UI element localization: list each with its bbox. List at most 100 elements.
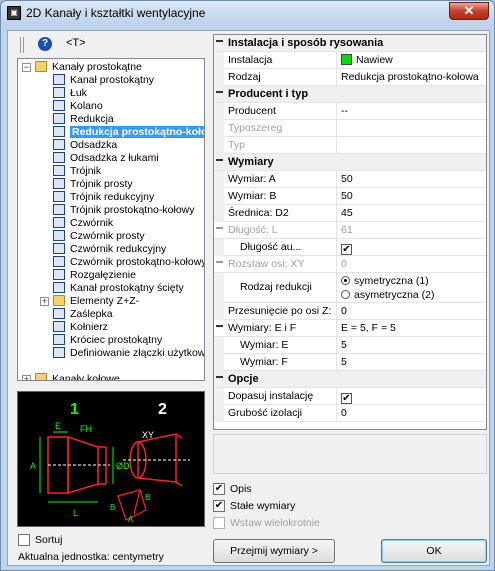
title-bar[interactable]: ▣ 2D Kanały i kształtki wentylacyjne ✕ bbox=[1, 1, 494, 25]
prop-value[interactable]: ✔ bbox=[336, 388, 486, 405]
tree-item[interactable]: Trójnik prosty bbox=[53, 178, 133, 191]
tree-item[interactable]: Odsadzka bbox=[53, 139, 117, 152]
collapse-icon[interactable] bbox=[216, 40, 223, 42]
collapse-icon[interactable] bbox=[216, 91, 223, 93]
prop-dlugosc: Długość: L 61 bbox=[214, 222, 486, 239]
checkbox[interactable]: ✔ bbox=[341, 244, 352, 255]
prop-srednica[interactable]: Średnica: D2 45 bbox=[214, 205, 486, 222]
tree-item[interactable]: Kołnierz bbox=[53, 321, 108, 334]
category-instalacja[interactable]: Instalacja i sposób rysowania bbox=[214, 35, 486, 52]
prop-wymiar-e[interactable]: Wymiar: E 5 bbox=[214, 337, 486, 354]
sortuj-checkbox[interactable] bbox=[18, 534, 30, 546]
category-label: Wymiary bbox=[228, 156, 274, 168]
collapse-icon[interactable] bbox=[216, 261, 223, 263]
description-panel bbox=[213, 434, 487, 474]
prop-key: Wymiar: F bbox=[240, 356, 288, 368]
prop-wymiar-f[interactable]: Wymiar: F 5 bbox=[214, 354, 486, 371]
prop-rodzaj-redukcji[interactable]: Rodzaj redukcji symetryczna (1) asymetry… bbox=[214, 273, 486, 303]
prop-wymiary-eif[interactable]: Wymiary: E i F E = 5, F = 5 bbox=[214, 320, 486, 337]
tree-item[interactable]: Łuk bbox=[53, 87, 87, 100]
przejmij-wymiary-button[interactable]: Przejmij wymiary > bbox=[213, 539, 335, 563]
prop-value[interactable]: E = 5, F = 5 bbox=[336, 320, 486, 337]
tree-item[interactable]: Czwórnik prostokątno-kołowy bbox=[53, 256, 204, 269]
prop-value[interactable]: 0 bbox=[336, 405, 486, 422]
expand-icon[interactable]: + bbox=[40, 297, 49, 306]
category-producent[interactable]: Producent i typ bbox=[214, 86, 486, 103]
collapse-icon[interactable] bbox=[216, 159, 223, 161]
expand-icon[interactable]: + bbox=[22, 375, 31, 380]
tree-item[interactable]: Trójnik prostokątno-kołowy bbox=[53, 204, 195, 217]
category-opcje[interactable]: Opcje bbox=[214, 371, 486, 388]
prop-value[interactable]: -- bbox=[336, 103, 486, 120]
tree-item[interactable]: Kolano bbox=[53, 100, 103, 113]
tree-item[interactable]: Czwórnik prosty bbox=[53, 230, 145, 243]
prop-value[interactable]: 50 bbox=[336, 188, 486, 205]
prop-wymiar-a[interactable]: Wymiar: A 50 bbox=[214, 171, 486, 188]
tree-item-kanaly-kolowe[interactable]: Kanały kołowe bbox=[35, 373, 120, 380]
help-icon[interactable]: ? bbox=[38, 37, 52, 51]
opis-label: Opis bbox=[230, 483, 252, 495]
tree-item[interactable]: Kanał prostokątny ścięty bbox=[53, 282, 184, 295]
prop-dopasuj[interactable]: Dopasuj instalację ✔ bbox=[214, 388, 486, 405]
prop-key: Rozstaw osi: XY bbox=[228, 258, 305, 270]
collapse-icon[interactable] bbox=[216, 227, 223, 229]
tree-item[interactable]: Redukcja prostokątno-kołowa bbox=[53, 126, 204, 139]
tree-item[interactable]: Zaślepka bbox=[53, 308, 113, 321]
text-tool-button[interactable]: <T> bbox=[66, 37, 86, 49]
prop-value[interactable]: Nawiew bbox=[336, 52, 486, 69]
checkbox[interactable]: ✔ bbox=[341, 393, 352, 404]
prop-value[interactable]: Redukcja prostokątno-kołowa bbox=[336, 69, 486, 86]
prop-value[interactable]: 50 bbox=[336, 171, 486, 188]
prop-value[interactable]: 5 bbox=[336, 354, 486, 371]
wstaw-wielokrotnie-checkbox[interactable] bbox=[213, 517, 225, 529]
tree-item[interactable]: Odsadzka z łukami bbox=[53, 152, 159, 165]
property-grid[interactable]: Instalacja i sposób rysowania Instalacja… bbox=[213, 34, 487, 430]
duct-flange-icon bbox=[53, 321, 65, 332]
radio-symetryczna[interactable]: symetryczna (1) bbox=[341, 274, 486, 288]
prop-value[interactable]: 45 bbox=[336, 205, 486, 222]
folder-icon bbox=[35, 373, 47, 380]
prop-key: Instalacja bbox=[228, 54, 273, 66]
collapse-icon[interactable] bbox=[216, 376, 223, 378]
tree-item[interactable]: Redukcja bbox=[53, 113, 114, 126]
prop-value-text: Nawiew bbox=[356, 54, 393, 66]
prop-producent[interactable]: Producent -- bbox=[214, 103, 486, 120]
category-wymiary[interactable]: Wymiary bbox=[214, 154, 486, 171]
stale-wymiary-checkbox[interactable]: ✔ bbox=[213, 500, 225, 512]
tree-item-kanaly-prostokatne[interactable]: Kanały prostokątne bbox=[35, 61, 142, 74]
close-button[interactable]: ✕ bbox=[449, 2, 489, 20]
tree-item[interactable]: Trójnik redukcyjny bbox=[53, 191, 154, 204]
tree-item-label: Odsadzka z łukami bbox=[70, 152, 159, 164]
tree-item[interactable]: Czwórnik bbox=[53, 217, 113, 230]
tree-item-label: Czwórnik redukcyjny bbox=[70, 243, 167, 255]
tree-item[interactable]: Trójnik bbox=[53, 165, 101, 178]
tree-item[interactable]: Rozgałęzienie bbox=[53, 269, 136, 282]
tree-item[interactable]: Definiowanie złączki użytkownika bbox=[53, 347, 204, 360]
dim-a-label: A bbox=[30, 461, 36, 471]
prop-value[interactable]: 5 bbox=[336, 337, 486, 354]
tree-item-elementy-zz[interactable]: Elementy Z+Z- bbox=[53, 295, 139, 308]
prop-value[interactable]: 0 bbox=[336, 303, 486, 320]
fitting-tree[interactable]: − Kanały prostokątne Kanał prostokątny Łu… bbox=[17, 58, 205, 381]
duct-spigot-icon bbox=[53, 334, 65, 345]
tree-item-label: Kolano bbox=[70, 100, 103, 112]
radio-asymetryczna[interactable]: asymetryczna (2) bbox=[341, 288, 486, 302]
collapse-icon[interactable] bbox=[216, 325, 223, 327]
tree-item[interactable]: Kanał prostokątny bbox=[53, 74, 154, 87]
collapse-icon[interactable]: − bbox=[22, 63, 31, 72]
prop-przesuniecie[interactable]: Przesunięcie po osi Z: 0 bbox=[214, 303, 486, 320]
tree-item[interactable]: Czwórnik redukcyjny bbox=[53, 243, 166, 256]
prop-rodzaj[interactable]: Rodzaj Redukcja prostokątno-kołowa bbox=[214, 69, 486, 86]
prop-grubosc[interactable]: Grubość izolacji 0 bbox=[214, 405, 486, 422]
opis-checkbox[interactable]: ✔ bbox=[213, 483, 225, 495]
prop-value[interactable]: ✔ bbox=[336, 239, 486, 256]
folder-open-icon bbox=[35, 61, 47, 72]
ok-button[interactable]: OK bbox=[381, 539, 487, 563]
duct-tee-rect-round-icon bbox=[53, 204, 65, 215]
tree-item[interactable]: Króciec prostokątny bbox=[53, 334, 162, 347]
prop-value[interactable]: symetryczna (1) asymetryczna (2) bbox=[336, 273, 486, 303]
prop-wymiar-b[interactable]: Wymiar: B 50 bbox=[214, 188, 486, 205]
prop-dlugosc-auto[interactable]: Długość au... ✔ bbox=[214, 239, 486, 256]
prop-instalacja[interactable]: Instalacja Nawiew bbox=[214, 52, 486, 69]
prop-key: Długość: L bbox=[228, 224, 278, 236]
